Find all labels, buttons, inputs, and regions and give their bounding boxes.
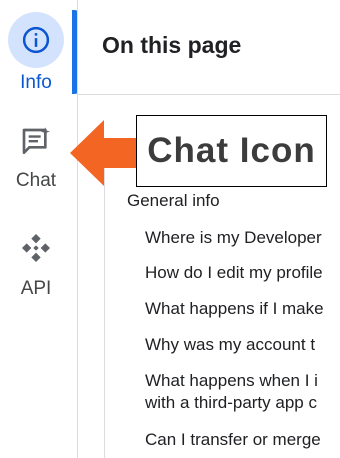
rail-item-chat[interactable]: Chat xyxy=(0,122,72,192)
rail-item-label-api: API xyxy=(20,278,52,299)
callout-arrow-icon xyxy=(70,120,140,186)
chat-icon xyxy=(22,127,50,154)
rail-item-label-info: Info xyxy=(20,72,52,93)
rail-item-api[interactable]: API xyxy=(0,228,72,300)
rail-item-info[interactable]: Info xyxy=(0,12,72,94)
toc-link-multiline[interactable]: What happens when I i with a third-party … xyxy=(145,370,318,414)
toc-link[interactable]: Why was my account t xyxy=(145,334,315,356)
api-icon-container xyxy=(16,228,56,268)
toc-link[interactable]: Where is my Developer xyxy=(145,227,322,249)
api-icon xyxy=(22,234,50,262)
rail-divider xyxy=(77,0,78,458)
toc-link[interactable]: Can I transfer or merge xyxy=(145,429,321,451)
toc-link[interactable]: How do I edit my profile xyxy=(145,262,323,284)
page-title: On this page xyxy=(102,32,242,58)
title-divider xyxy=(78,94,340,95)
toc-guide-line xyxy=(104,150,105,458)
info-icon-container xyxy=(8,12,64,68)
rail-item-label-chat: Chat xyxy=(15,170,57,191)
chat-icon-container xyxy=(16,122,56,162)
toc-link[interactable]: What happens if I make xyxy=(145,298,324,320)
toc-link-line: with a third-party app c xyxy=(145,393,317,412)
callout-label: Chat Icon xyxy=(147,131,316,170)
toc-link-line: What happens when I i xyxy=(145,371,318,390)
callout-label-box: Chat Icon xyxy=(136,115,327,187)
navigation-rail: Info Chat API xyxy=(0,0,72,458)
info-icon xyxy=(22,26,50,54)
toc-section-general-info[interactable]: General info xyxy=(127,191,220,211)
